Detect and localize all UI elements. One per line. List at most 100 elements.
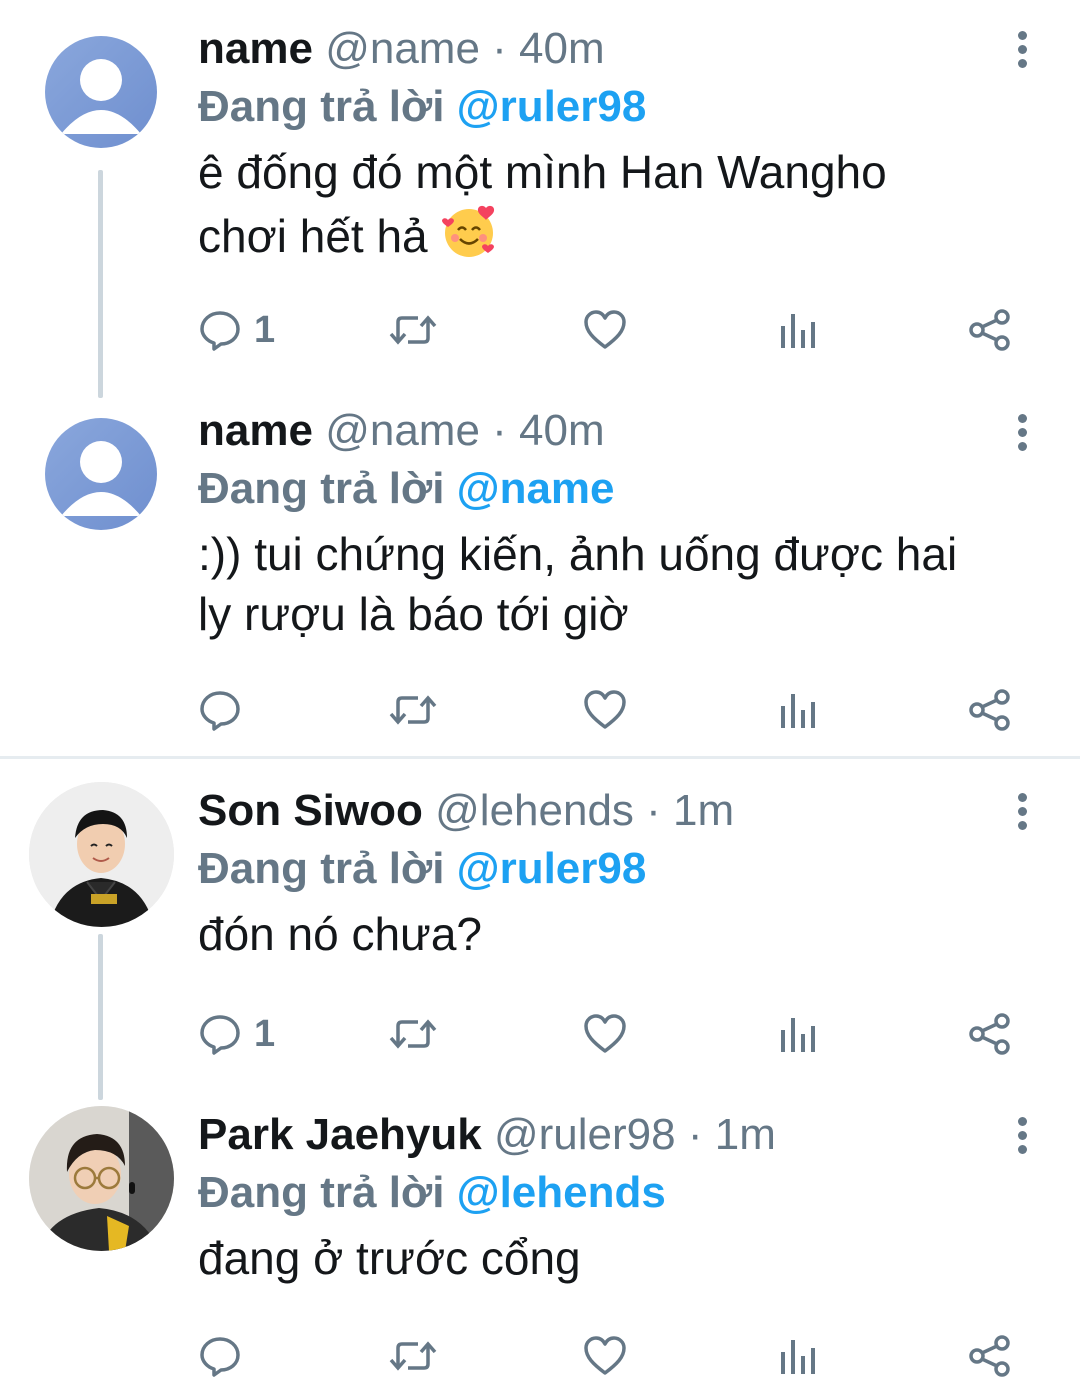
- retweet-icon: [389, 695, 437, 725]
- reply-button[interactable]: [198, 686, 254, 734]
- reply-icon: [200, 1337, 240, 1377]
- retweet-button[interactable]: [388, 1332, 438, 1380]
- reply-prefix: Đang trả lời: [198, 82, 445, 131]
- tweet-header: name @name · 40m: [198, 406, 1020, 460]
- avatar[interactable]: [29, 1106, 174, 1251]
- reply-icon: [200, 691, 240, 731]
- reply-icon: [200, 311, 240, 351]
- share-icon: [969, 309, 1010, 351]
- like-icon: [584, 690, 626, 729]
- replying-to: Đang trả lời @lehends: [198, 1164, 1020, 1222]
- like-button[interactable]: [583, 1010, 627, 1058]
- tweet-1[interactable]: name @name · 40m Đang trả lời @ruler98 ê…: [0, 0, 1080, 400]
- timestamp[interactable]: 1m: [673, 786, 734, 835]
- analytics-button[interactable]: [778, 1332, 818, 1380]
- tweet-text-line: chơi hết hả: [198, 210, 428, 262]
- replying-to: Đang trả lời @ruler98: [198, 78, 1020, 136]
- like-button[interactable]: [583, 1332, 627, 1380]
- tweet-text-line: ê đống đó một mình Han Wangho: [198, 146, 887, 198]
- reply-button[interactable]: 1: [198, 306, 275, 354]
- tweet-actions: [198, 686, 1018, 734]
- like-button[interactable]: [583, 686, 627, 734]
- replying-to: Đang trả lời @name: [198, 460, 1020, 518]
- analytics-button[interactable]: [778, 686, 818, 734]
- share-button[interactable]: [968, 1332, 1012, 1380]
- reply-count: 1: [254, 1012, 276, 1055]
- more-options-icon[interactable]: [1010, 793, 1034, 833]
- analytics-button[interactable]: [778, 1010, 818, 1058]
- retweet-icon: [389, 1341, 437, 1371]
- retweet-button[interactable]: [388, 1010, 438, 1058]
- reply-prefix: Đang trả lời: [198, 844, 445, 893]
- avatar[interactable]: [29, 782, 174, 927]
- tweet-text-line: :)) tui chứng kiến, ảnh uống được hai: [198, 528, 958, 580]
- user-handle[interactable]: @name: [325, 406, 480, 455]
- tweet-text-line: đón nó chưa?: [198, 908, 483, 960]
- share-button[interactable]: [968, 686, 1012, 734]
- separator-dot: ·: [646, 786, 661, 835]
- display-name[interactable]: name: [198, 406, 313, 455]
- tweet-text: ê đống đó một mình Han Wangho chơi hết h…: [198, 142, 1020, 274]
- timestamp[interactable]: 40m: [519, 406, 605, 455]
- reply-target-link[interactable]: @ruler98: [457, 82, 647, 131]
- tweet-text: đón nó chưa?: [198, 904, 1020, 964]
- tweet-actions: 1: [198, 1010, 1018, 1058]
- smiling-face-with-hearts-emoji: [440, 202, 498, 274]
- separator-dot: ·: [687, 1110, 703, 1159]
- share-button[interactable]: [968, 306, 1012, 354]
- user-handle[interactable]: @lehends: [435, 786, 634, 835]
- retweet-button[interactable]: [388, 686, 438, 734]
- reply-prefix: Đang trả lời: [198, 464, 445, 513]
- tweet-feed: name @name · 40m Đang trả lời @ruler98 ê…: [0, 0, 1080, 1399]
- like-icon: [584, 1336, 626, 1375]
- profile-photo: [29, 782, 174, 927]
- display-name[interactable]: name: [198, 24, 313, 73]
- tweet-actions: 1: [198, 306, 1018, 354]
- reply-count: 1: [254, 308, 276, 351]
- user-handle[interactable]: @name: [325, 24, 480, 73]
- reply-prefix: Đang trả lời: [198, 1168, 445, 1217]
- reply-icon: [200, 1015, 240, 1055]
- analytics-icon: [781, 694, 815, 728]
- retweet-icon: [389, 315, 437, 345]
- conversation-divider: [0, 756, 1080, 759]
- timestamp[interactable]: 40m: [519, 24, 605, 73]
- more-options-icon[interactable]: [1010, 31, 1034, 71]
- timestamp[interactable]: 1m: [715, 1110, 776, 1159]
- share-icon: [969, 1013, 1010, 1055]
- thread-line: [98, 934, 103, 1100]
- share-icon: [969, 1335, 1010, 1377]
- analytics-button[interactable]: [778, 306, 818, 354]
- reply-button[interactable]: [198, 1332, 254, 1380]
- tweet-2[interactable]: name @name · 40m Đang trả lời @name :)) …: [0, 400, 1080, 756]
- reply-target-link[interactable]: @ruler98: [457, 844, 647, 893]
- tweet-text: :)) tui chứng kiến, ảnh uống được hai ly…: [198, 524, 1020, 644]
- tweet-header: Son Siwoo @lehends · 1m: [198, 786, 1020, 840]
- retweet-button[interactable]: [388, 306, 438, 354]
- share-icon: [969, 689, 1010, 731]
- share-button[interactable]: [968, 1010, 1012, 1058]
- default-avatar-icon: [61, 59, 141, 134]
- tweet-text-line: ly rượu là báo tới giờ: [198, 588, 629, 640]
- avatar[interactable]: [45, 36, 157, 148]
- more-options-icon[interactable]: [1010, 414, 1034, 454]
- display-name[interactable]: Park Jaehyuk: [198, 1110, 482, 1159]
- like-icon: [584, 1014, 626, 1053]
- tweet-header: Park Jaehyuk @ruler98 · 1m: [198, 1110, 1020, 1164]
- avatar[interactable]: [45, 418, 157, 530]
- profile-photo: [29, 1106, 174, 1251]
- tweet-4[interactable]: Park Jaehyuk @ruler98 · 1m Đang trả lời …: [0, 1100, 1080, 1399]
- tweet-text: đang ở trước cổng: [198, 1228, 1020, 1288]
- thread-line: [98, 170, 103, 398]
- analytics-icon: [781, 314, 815, 348]
- reply-button[interactable]: 1: [198, 1010, 275, 1058]
- user-handle[interactable]: @ruler98: [494, 1110, 676, 1159]
- tweet-3[interactable]: Son Siwoo @lehends · 1m Đang trả lời @ru…: [0, 760, 1080, 1100]
- reply-target-link[interactable]: @lehends: [457, 1168, 666, 1217]
- retweet-icon: [389, 1019, 437, 1049]
- separator-dot: ·: [492, 406, 507, 455]
- like-button[interactable]: [583, 306, 627, 354]
- more-options-icon[interactable]: [1010, 1117, 1034, 1157]
- reply-target-link[interactable]: @name: [457, 464, 615, 513]
- display-name[interactable]: Son Siwoo: [198, 786, 423, 835]
